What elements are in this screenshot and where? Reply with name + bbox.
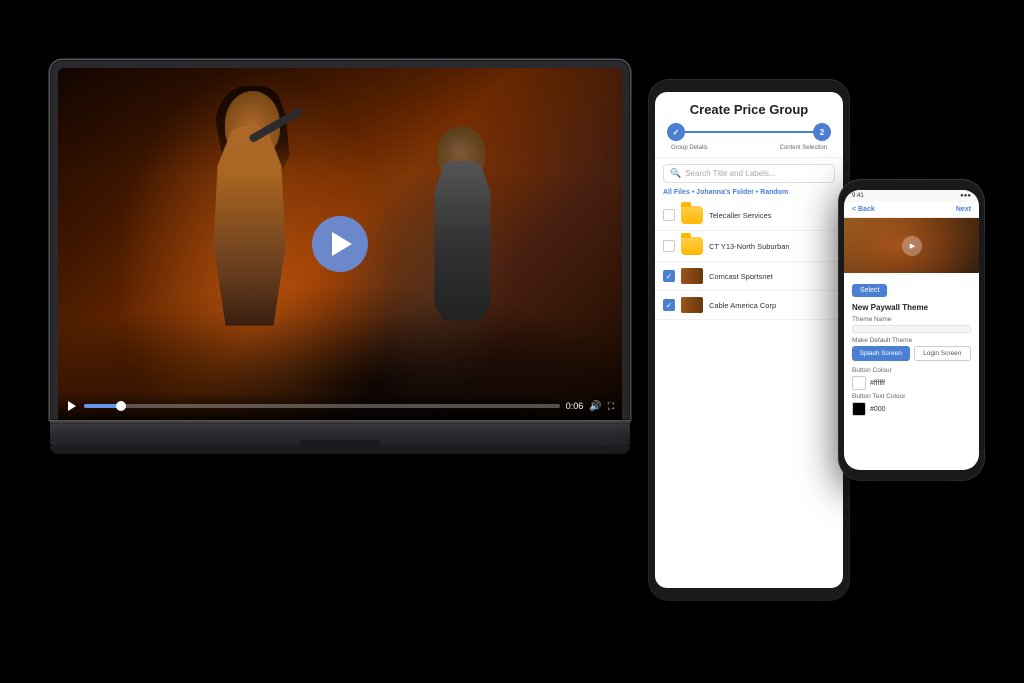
singer-hair xyxy=(215,86,290,186)
phone-video-thumbnail: ▶ xyxy=(844,218,979,273)
breadcrumb: All Files • Johanna's Folder • Random xyxy=(663,189,835,196)
button-colour-swatch[interactable] xyxy=(852,376,866,390)
tablet-header: Create Price Group ✓ 2 Group Details Con… xyxy=(655,92,843,158)
singer-body xyxy=(210,126,290,326)
phone-time: 9:41 xyxy=(852,193,864,199)
button-colour-row: #ffffff xyxy=(852,376,971,390)
file-name-3: Comcast Sportsnet xyxy=(709,272,773,281)
breadcrumb-text: All Files • Johanna's Folder • Random xyxy=(663,189,788,196)
phone-top-bar: < Back Next xyxy=(844,202,979,218)
tablet-title: Create Price Group xyxy=(667,102,831,117)
laptop-screen-outer: 0:06 🔊 ⛶ xyxy=(50,60,630,420)
scene: 0:06 🔊 ⛶ Create Price Group ✓ 2 xyxy=(0,0,1024,683)
file-name-4: Cable America Corp xyxy=(709,301,776,310)
search-placeholder: Search Title and Labels... xyxy=(685,169,775,178)
progress-dot xyxy=(116,401,126,411)
step-2-label: Content Selection xyxy=(780,145,827,151)
phone-device: 9:41 ●●● < Back Next ▶ Select New Paywal… xyxy=(839,180,984,480)
volume-icon[interactable]: 🔊 xyxy=(589,401,601,412)
phone-signal: ●●● xyxy=(960,193,971,199)
video-thumbnail-icon-2 xyxy=(681,297,703,313)
list-item: Comcast Sportsnet xyxy=(655,262,843,291)
folder-icon xyxy=(681,206,703,224)
file-list: Telecaller Services CT Y13-North Suburba… xyxy=(655,200,843,588)
button-colour-label: Button Colour xyxy=(852,367,971,374)
file-checkbox-1[interactable] xyxy=(663,209,675,221)
phone-screen-tabs: Splash Screen Login Screen xyxy=(852,346,971,361)
guitarist-figure xyxy=(407,121,537,351)
login-screen-tab[interactable]: Login Screen xyxy=(914,346,972,361)
tablet-device: Create Price Group ✓ 2 Group Details Con… xyxy=(649,80,849,600)
microphone xyxy=(248,106,304,143)
video-thumbnail-icon xyxy=(681,268,703,284)
laptop: 0:06 🔊 ⛶ xyxy=(50,60,630,460)
video-progress-bar[interactable] xyxy=(84,404,560,408)
phone-select-button[interactable]: Select xyxy=(852,284,887,297)
video-background: 0:06 🔊 ⛶ xyxy=(58,68,622,420)
video-time: 0:06 xyxy=(566,401,584,411)
phone-section-title: New Paywall Theme xyxy=(852,303,971,312)
tablet-screen: Create Price Group ✓ 2 Group Details Con… xyxy=(655,92,843,588)
phone-back-button[interactable]: < Back xyxy=(852,206,875,213)
video-play-button[interactable] xyxy=(312,216,368,272)
button-text-colour-swatch[interactable] xyxy=(852,402,866,416)
tablet-search-bar[interactable]: 🔍 Search Title and Labels... xyxy=(663,164,835,183)
laptop-stand xyxy=(50,446,630,454)
file-checkbox-3[interactable] xyxy=(663,270,675,282)
video-controls: 0:06 🔊 ⛶ xyxy=(58,392,622,420)
button-text-colour-label: Button Text Colour xyxy=(852,393,971,400)
phone-content: Select New Paywall Theme Theme Name Make… xyxy=(844,273,979,470)
phone-play-icon[interactable]: ▶ xyxy=(902,236,922,256)
progress-fill xyxy=(84,404,122,408)
step-1-label: Group Details xyxy=(671,145,708,151)
play-icon xyxy=(332,232,352,256)
folder-icon xyxy=(681,237,703,255)
phone-screen: 9:41 ●●● < Back Next ▶ Select New Paywal… xyxy=(844,190,979,470)
singer-head xyxy=(225,91,280,156)
list-item: Telecaller Services xyxy=(655,200,843,231)
step-labels: Group Details Content Selection xyxy=(667,145,831,151)
file-checkbox-2[interactable] xyxy=(663,240,675,252)
theme-name-input[interactable] xyxy=(852,325,971,333)
laptop-screen: 0:06 🔊 ⛶ xyxy=(58,68,622,420)
step-connector xyxy=(685,131,813,133)
wizard-steps: ✓ 2 xyxy=(667,123,831,141)
button-text-colour-value: #000 xyxy=(870,406,886,413)
splash-screen-tab[interactable]: Splash Screen xyxy=(852,346,910,361)
phone-next-button[interactable]: Next xyxy=(956,206,971,213)
laptop-base xyxy=(50,424,630,446)
step-1-circle: ✓ xyxy=(667,123,685,141)
search-icon: 🔍 xyxy=(670,168,681,179)
file-name-2: CT Y13-North Suburban xyxy=(709,242,790,251)
file-checkbox-4[interactable] xyxy=(663,299,675,311)
controls-play-icon[interactable] xyxy=(66,400,78,412)
file-name-1: Telecaller Services xyxy=(709,211,772,220)
guitarist-body xyxy=(427,161,497,321)
button-colour-value: #ffffff xyxy=(870,380,885,387)
list-item: Cable America Corp xyxy=(655,291,843,320)
phone-thumbnail-overlay: ▶ xyxy=(844,218,979,273)
theme-name-label: Theme Name xyxy=(852,316,971,323)
list-item: CT Y13-North Suburban xyxy=(655,231,843,262)
fullscreen-icon[interactable]: ⛶ xyxy=(608,401,614,412)
guitarist-head xyxy=(437,126,485,178)
step-2-circle: 2 xyxy=(813,123,831,141)
button-text-colour-row: #000 xyxy=(852,402,971,416)
phone-status-bar: 9:41 ●●● xyxy=(844,190,979,202)
default-theme-label: Make Default Theme xyxy=(852,337,971,344)
